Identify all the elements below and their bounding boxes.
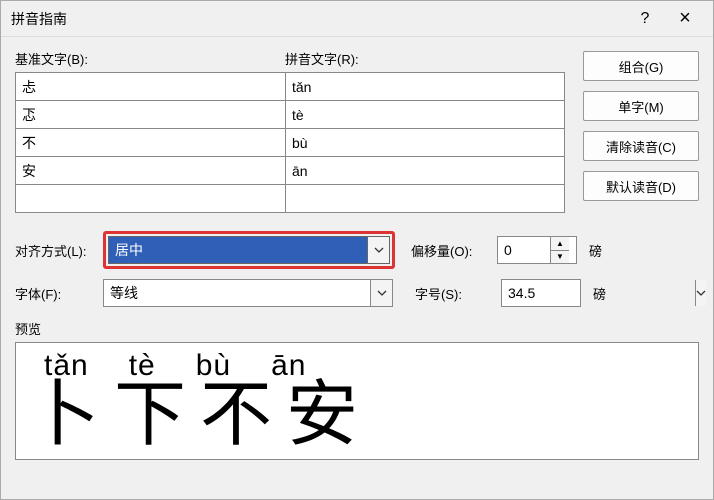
table-row: 安 ān: [16, 156, 564, 184]
font-row: 字体(F): 字号(S): 磅: [15, 279, 699, 307]
group-button[interactable]: 组合(G): [583, 51, 699, 81]
size-dropdown-button[interactable]: [695, 280, 706, 306]
offset-spinner[interactable]: ▲ ▼: [497, 236, 577, 264]
phonetic-guide-dialog: 拼音指南 ? × 基准文字(B): 拼音文字(R): 忐 tǎn 忑 tè: [0, 0, 714, 500]
preview-hanzi: 安: [286, 379, 358, 451]
preview-label: 预览: [15, 319, 699, 338]
alignment-row: 对齐方式(L): 偏移量(O): ▲ ▼: [15, 231, 699, 269]
offset-spinner-buttons: ▲ ▼: [550, 237, 569, 263]
alignment-highlight: [103, 231, 395, 269]
titlebar: 拼音指南 ? ×: [1, 1, 713, 37]
size-combo[interactable]: [501, 279, 581, 307]
grid: 忐 tǎn 忑 tè 不 bù 安 ān: [15, 72, 565, 213]
table-row: 忐 tǎn: [16, 72, 564, 100]
font-label: 字体(F):: [15, 284, 95, 303]
table-row: 不 bù: [16, 128, 564, 156]
alignment-input[interactable]: [109, 237, 367, 263]
offset-label: 偏移量(O):: [411, 241, 489, 260]
preview-hanzi: 下: [114, 379, 186, 451]
base-cell[interactable]: 忐: [16, 73, 286, 100]
chevron-down-icon: [696, 288, 706, 298]
base-cell[interactable]: [16, 185, 286, 212]
ruby-text-label: 拼音文字(R):: [285, 49, 359, 68]
font-combo[interactable]: [103, 279, 393, 307]
alignment-combo[interactable]: [108, 236, 390, 264]
help-icon: ?: [641, 10, 650, 28]
offset-input[interactable]: [498, 237, 550, 263]
default-ruby-button[interactable]: 默认读音(D): [583, 171, 699, 201]
preview-hanzi: 卜: [28, 379, 100, 451]
help-button[interactable]: ?: [625, 4, 665, 34]
preview-hanzi: 不: [200, 379, 272, 451]
clear-ruby-button[interactable]: 清除读音(C): [583, 131, 699, 161]
table-row: 忑 tè: [16, 100, 564, 128]
base-text-label: 基准文字(B):: [15, 49, 285, 68]
ruby-cell[interactable]: tǎn: [286, 73, 564, 100]
alignment-dropdown-button[interactable]: [367, 237, 389, 263]
form-area: 对齐方式(L): 偏移量(O): ▲ ▼: [15, 231, 699, 307]
ruby-cell[interactable]: tè: [286, 101, 564, 128]
base-cell[interactable]: 忑: [16, 101, 286, 128]
chevron-down-icon: [377, 288, 387, 298]
ruby-table: 基准文字(B): 拼音文字(R): 忐 tǎn 忑 tè 不 bù: [15, 49, 565, 213]
single-button[interactable]: 单字(M): [583, 91, 699, 121]
preview-hanzi-row: 卜 下 不 安: [24, 379, 690, 451]
offset-unit: 磅: [589, 241, 602, 260]
close-icon: ×: [679, 7, 691, 30]
chevron-down-icon: [374, 245, 384, 255]
dialog-title: 拼音指南: [11, 9, 625, 29]
side-buttons: 组合(G) 单字(M) 清除读音(C) 默认读音(D): [583, 49, 699, 213]
size-unit: 磅: [593, 284, 606, 303]
column-labels: 基准文字(B): 拼音文字(R):: [15, 49, 565, 68]
base-cell[interactable]: 不: [16, 129, 286, 156]
ruby-cell[interactable]: bù: [286, 129, 564, 156]
table-row: [16, 184, 564, 212]
preview-box: tǎn tè bù ān 卜 下 不 安: [15, 342, 699, 460]
offset-up-button[interactable]: ▲: [551, 237, 569, 251]
dialog-body: 基准文字(B): 拼音文字(R): 忐 tǎn 忑 tè 不 bù: [1, 37, 713, 499]
ruby-cell[interactable]: [286, 185, 564, 212]
font-input[interactable]: [104, 280, 370, 306]
alignment-label: 对齐方式(L):: [15, 241, 95, 260]
close-button[interactable]: ×: [665, 4, 705, 34]
main-area: 基准文字(B): 拼音文字(R): 忐 tǎn 忑 tè 不 bù: [15, 49, 699, 213]
ruby-cell[interactable]: ān: [286, 157, 564, 184]
offset-down-button[interactable]: ▼: [551, 251, 569, 264]
font-dropdown-button[interactable]: [370, 280, 392, 306]
base-cell[interactable]: 安: [16, 157, 286, 184]
size-label: 字号(S):: [415, 284, 493, 303]
